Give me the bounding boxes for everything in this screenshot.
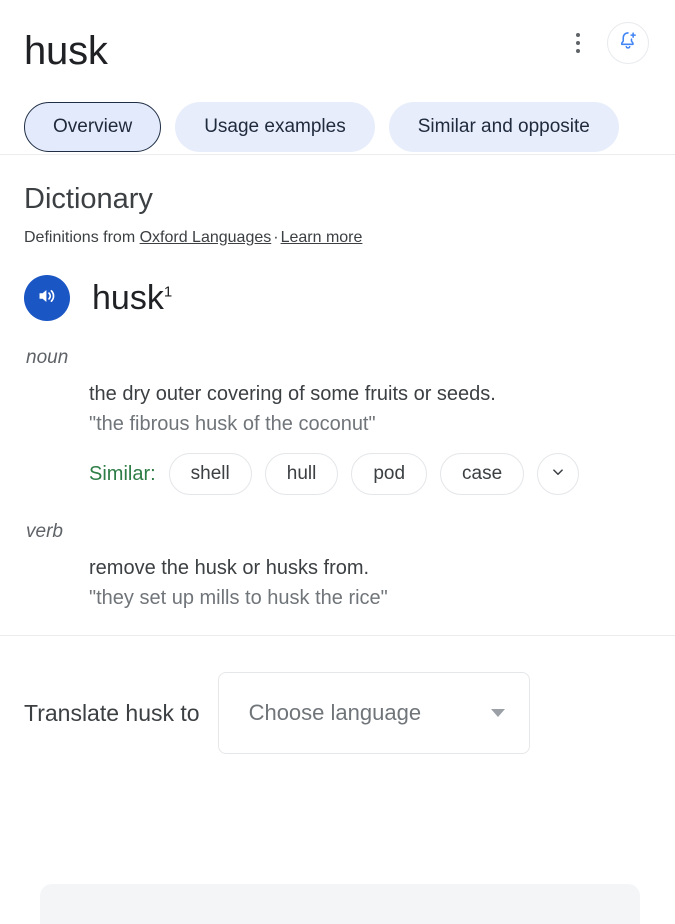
headword-sense-number: 1 xyxy=(163,283,173,301)
similar-chip-pod[interactable]: pod xyxy=(351,453,428,495)
tab-overview[interactable]: Overview xyxy=(24,102,162,152)
headword: husk1 xyxy=(92,278,172,318)
page-title: husk xyxy=(24,29,108,73)
similar-expand-button[interactable] xyxy=(537,453,580,495)
oxford-languages-link[interactable]: Oxford Languages xyxy=(140,229,272,246)
bottom-card-peek[interactable] xyxy=(40,884,640,924)
more-vert-dot xyxy=(576,41,580,45)
similar-terms-row: Similar: shell hull pod case xyxy=(89,453,651,495)
language-select-value: Choose language xyxy=(248,700,422,725)
more-vert-dot xyxy=(576,49,580,53)
similar-chip-hull[interactable]: hull xyxy=(264,453,339,495)
dictionary-divider xyxy=(0,635,675,636)
headword-row: husk1 xyxy=(24,275,651,321)
pronounce-audio-button[interactable] xyxy=(24,275,70,321)
bell-add-icon xyxy=(617,30,639,57)
caret-down-icon xyxy=(490,709,505,717)
definition-text: remove the husk or husks from. xyxy=(89,557,370,579)
notification-button[interactable] xyxy=(607,22,649,64)
source-separator: · xyxy=(273,229,279,246)
similar-chip-case[interactable]: case xyxy=(440,453,525,495)
sense-noun: the dry outer covering of some fruits or… xyxy=(89,379,651,439)
dictionary-source: Definitions from Oxford Languages · Learn … xyxy=(24,227,651,249)
example-text: "they set up mills to husk the rice" xyxy=(89,587,388,609)
tab-overview-label: Overview xyxy=(53,116,133,137)
tab-usage-examples-label: Usage examples xyxy=(204,116,346,137)
header-actions xyxy=(565,22,649,64)
page-header: husk Overview Usage examples Similar and xyxy=(0,0,675,154)
tab-similar-and-opposite-label: Similar and opposite xyxy=(417,116,590,137)
tab-bar: Overview Usage examples Similar and oppo… xyxy=(24,102,619,152)
language-select[interactable]: Choose language xyxy=(217,672,530,754)
chevron-down-icon xyxy=(549,463,567,486)
dictionary-section: Dictionary Definitions from Oxford Langu… xyxy=(0,155,675,613)
definition-text: the dry outer covering of some fruits or… xyxy=(89,383,496,405)
translate-label: Translate husk to xyxy=(24,699,200,726)
more-vert-dot xyxy=(576,33,580,37)
part-of-speech-noun: noun xyxy=(26,347,69,368)
speaker-icon xyxy=(35,284,59,313)
tab-usage-examples[interactable]: Usage examples xyxy=(175,102,375,152)
example-text: "the fibrous husk of the coconut" xyxy=(89,413,376,435)
learn-more-link[interactable]: Learn more xyxy=(281,229,363,246)
similar-label: Similar: xyxy=(89,462,156,485)
source-prefix: Definitions from xyxy=(24,229,140,246)
tab-similar-and-opposite[interactable]: Similar and opposite xyxy=(388,102,619,152)
translate-section: Translate husk to Choose language xyxy=(0,672,675,754)
dictionary-heading: Dictionary xyxy=(24,183,153,215)
part-of-speech-verb: verb xyxy=(26,521,63,542)
sense-verb: remove the husk or husks from. "they set… xyxy=(89,553,651,613)
headword-text: husk xyxy=(92,279,164,317)
more-vert-icon[interactable] xyxy=(565,23,591,63)
similar-chip-shell[interactable]: shell xyxy=(168,453,252,495)
